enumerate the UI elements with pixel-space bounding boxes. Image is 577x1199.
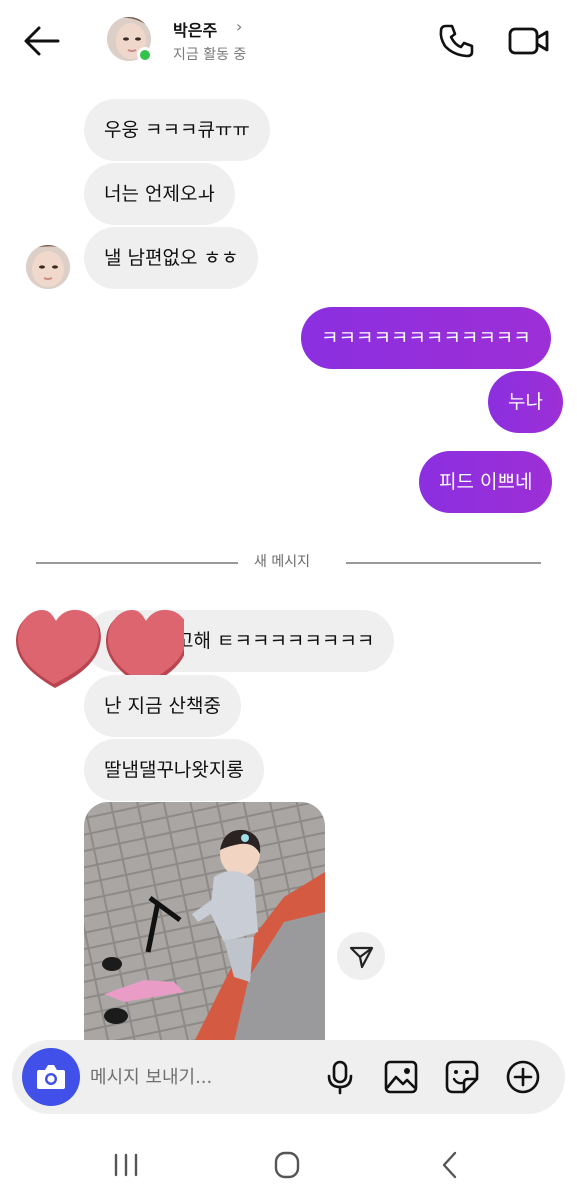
- back-chevron-icon: [442, 1151, 457, 1179]
- contact-avatar[interactable]: [107, 17, 153, 63]
- system-back-button[interactable]: [430, 1145, 470, 1185]
- home-icon: [274, 1151, 300, 1179]
- sticker-icon: [445, 1060, 479, 1094]
- microphone-icon: [327, 1060, 353, 1095]
- system-navigation-bar: [0, 1125, 577, 1199]
- chevron-right-icon[interactable]: ›: [236, 17, 242, 36]
- back-button[interactable]: [22, 24, 62, 58]
- message-composer: [12, 1040, 565, 1114]
- message-bubble-incoming[interactable]: 우웅 ㅋㅋㅋ큐ㅠㅠ: [84, 99, 270, 161]
- arrow-left-icon: [24, 26, 60, 56]
- camera-icon: [37, 1065, 65, 1089]
- plus-circle-icon: [506, 1060, 540, 1094]
- sticker-button[interactable]: [444, 1059, 480, 1095]
- share-photo-button[interactable]: [337, 932, 385, 980]
- sender-avatar[interactable]: [26, 245, 70, 289]
- gallery-button[interactable]: [383, 1059, 419, 1095]
- video-call-button[interactable]: [507, 22, 551, 60]
- more-options-button[interactable]: [505, 1059, 541, 1095]
- voice-call-button[interactable]: [437, 22, 475, 60]
- new-messages-divider: 새 메시지: [254, 554, 310, 570]
- home-button[interactable]: [267, 1145, 307, 1185]
- send-icon: [349, 946, 374, 969]
- message-bubble-incoming[interactable]: 너는 언제오ㅘ: [84, 163, 235, 225]
- camera-button[interactable]: [22, 1048, 80, 1106]
- message-bubble-outgoing[interactable]: 누나: [488, 371, 563, 433]
- message-input[interactable]: [90, 1060, 310, 1094]
- message-bubble-outgoing[interactable]: ㅋㅋㅋㅋㅋㅋㅋㅋㅋㅋㅋㅋ: [301, 307, 551, 369]
- video-camera-icon: [508, 27, 549, 55]
- recent-apps-icon: [114, 1153, 138, 1177]
- online-status-dot: [137, 47, 153, 63]
- divider-line: [346, 562, 541, 564]
- photo-message[interactable]: [84, 802, 325, 1042]
- voice-message-button[interactable]: [322, 1059, 358, 1095]
- divider-line: [36, 562, 238, 564]
- contact-name[interactable]: 박은주: [173, 17, 217, 41]
- chat-header: 박은주 › 지금 활동 중: [0, 0, 577, 82]
- image-icon: [384, 1060, 418, 1094]
- phone-icon: [439, 24, 474, 58]
- message-bubble-outgoing[interactable]: 피드 이쁘네: [419, 451, 553, 513]
- message-bubble-incoming[interactable]: 딸냄댈꾸나왓지롱: [84, 739, 264, 801]
- contact-status: 지금 활동 중: [173, 47, 247, 63]
- message-bubble-incoming[interactable]: 낼 남편없오 ㅎㅎ: [84, 227, 259, 289]
- message-bubble-incoming[interactable]: 난 지금 산책중: [84, 675, 241, 737]
- recent-apps-button[interactable]: [106, 1145, 146, 1185]
